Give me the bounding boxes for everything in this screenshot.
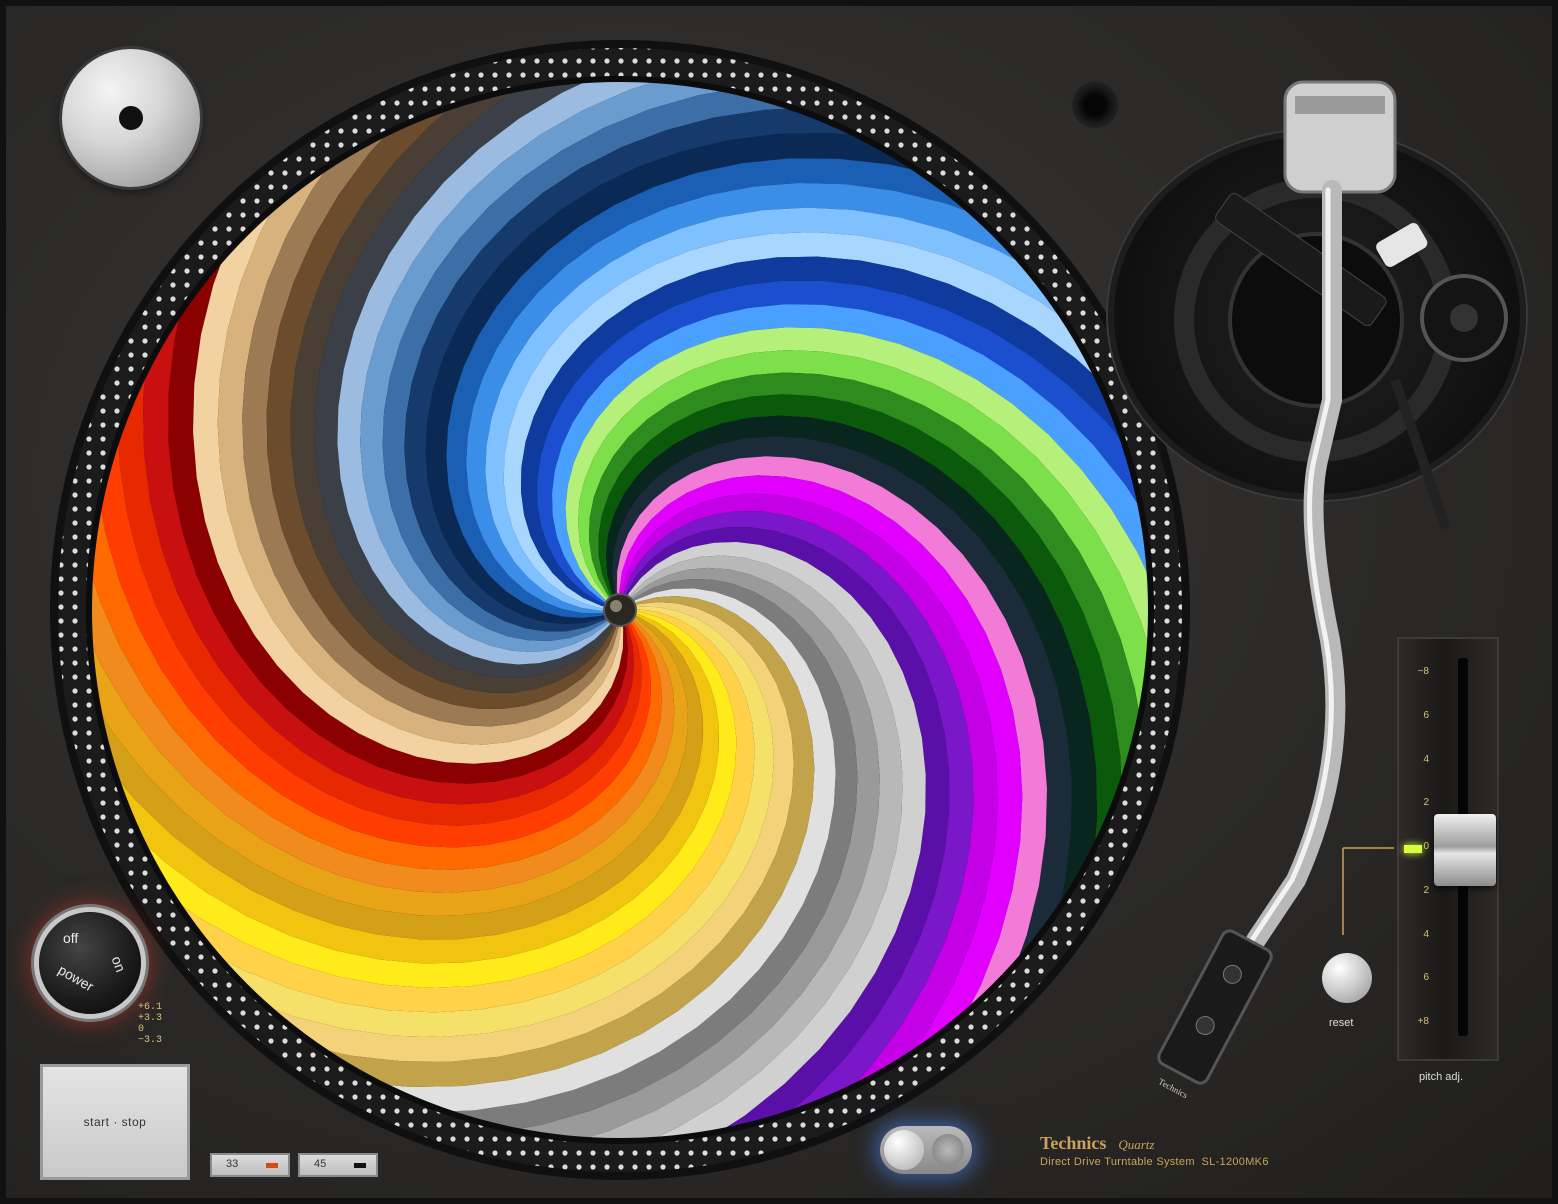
pitch-mark: +3.3 [138,1013,163,1024]
pitch-marks: +6.1 +3.3 0 −3.3 [138,1002,162,1046]
pitch-scale-tick: 0 [1423,841,1429,852]
brand-description: Direct Drive Turntable System SL-1200MK6 [1040,1156,1269,1168]
tonearm-base [1108,130,1526,500]
spindle-highlight [610,600,622,612]
target-light-knob [884,1130,924,1170]
pitch-scale-tick: +8 [1417,1016,1429,1027]
speed-33-led [266,1163,278,1168]
start-stop-label: start · stop [83,1115,147,1129]
pitch-scale-tick: 2 [1423,884,1429,896]
power-knob[interactable]: off power on [39,912,141,1014]
speed-33-label: 33 [226,1158,239,1170]
brand-plate: Technics Quartz Direct Drive Turntable Sy… [1040,1133,1269,1168]
power-label: power [55,961,97,995]
speed-33-button[interactable]: 33 [210,1153,290,1177]
pitch-scale-tick: 6 [1423,709,1429,721]
power-off-label: off [63,930,79,946]
description-text: Direct Drive Turntable System [1040,1156,1195,1168]
start-stop-button[interactable]: start · stop [40,1064,190,1180]
pitch-scale-tick: 6 [1423,972,1429,984]
pitch-fader-knob[interactable] [1434,814,1496,886]
pitch-zero-led [1404,845,1422,853]
target-light-lens [932,1134,964,1166]
platter[interactable] [40,40,1200,1180]
reset-label: reset [1329,1017,1354,1029]
pitch-adj-label: pitch adj. [1419,1071,1464,1083]
speed-45-led [354,1163,366,1168]
pitch-mark: 0 [138,1024,145,1035]
pitch-scale-tick: 2 [1423,797,1429,809]
power-on-label: on [108,953,129,975]
target-light-switch[interactable] [880,1126,972,1174]
speed-45-label: 45 [314,1158,327,1170]
speed-45-button[interactable]: 45 [298,1153,378,1177]
pitch-scale-tick: 4 [1423,753,1429,765]
model-number: SL-1200MK6 [1201,1156,1269,1168]
pitch-scale-tick: 4 [1423,928,1429,940]
pitch-scale-tick: −8 [1417,666,1429,677]
pitch-reset-button[interactable] [1322,953,1372,1003]
dust-cover-hinge-knob [1072,82,1118,128]
brand-quartz: Quartz [1118,1137,1155,1152]
brand-name: Technics [1040,1133,1107,1153]
pitch-mark: +6.1 [138,1002,163,1013]
pitch-mark: −3.3 [138,1035,163,1046]
